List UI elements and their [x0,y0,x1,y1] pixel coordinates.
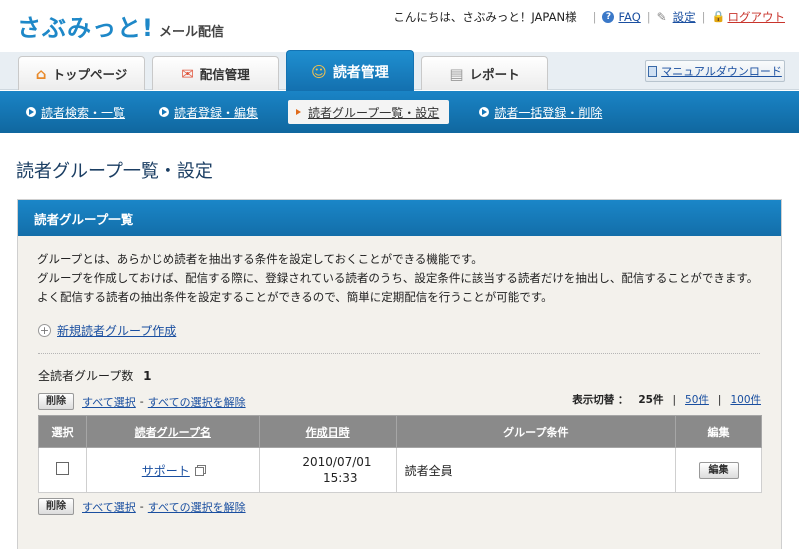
deselect-all-link[interactable]: すべての選択を解除 [148,394,246,410]
created-cell: 2010/07/01 15:33 [258,447,397,493]
edit-button[interactable]: 編集 [698,461,739,479]
reader-group-panel: 読者グループ一覧 グループとは、あらかじめ読者を抽出する条件を設定しておくことが… [17,199,782,549]
logo-text: さぶみっと! [17,14,154,42]
per-page-current: 25件 [638,394,664,406]
description-line: グループを作成しておけば、配信する際に、登録されている読者のうち、設定条件に該当… [37,271,759,285]
bulk-actions-top: 削除 すべて選択 - すべての選択を解除 [38,393,246,410]
tab-label: トップページ [52,67,128,82]
faq-link[interactable]: ? FAQ [602,10,641,24]
report-icon: ▤ [449,64,464,83]
subnav-reader-search[interactable]: 読者検索・一覧 [22,100,129,124]
group-name-link[interactable]: サポート [142,464,190,478]
home-icon: ⌂ [35,64,47,83]
plus-circle-icon: + [38,324,51,337]
tab-delivery[interactable]: ✉ 配信管理 [152,56,279,90]
arrow-circle-icon [479,107,490,117]
new-group-link[interactable]: + 新規読者グループ作成 [38,322,176,339]
arrow-circle-icon [159,107,170,117]
per-page-switcher: 表示切替 ： 25件 | 50件 | 100件 [572,392,761,407]
col-header-select: 選択 [38,415,87,448]
condition-cell: 読者全員 [395,447,677,493]
settings-link[interactable]: ✎ 設定 [657,9,696,25]
panel-description: グループとは、あらかじめ読者を抽出する条件を設定しておくことができる機能です。 … [37,250,758,307]
sub-nav: 読者検索・一覧 読者登録・編集 読者グループ一覧・設定 読者一括登録・削除 [0,91,799,133]
table-row: サポート 2010/07/01 15:33 読者全員 編集 [38,447,762,493]
panel-title: 読者グループ一覧 [18,200,781,236]
per-page-100-link[interactable]: 100件 [730,392,761,407]
manual-download-button[interactable]: マニュアルダウンロード [645,60,785,82]
arrow-right-icon [296,109,302,115]
col-header-edit: 編集 [675,415,762,448]
delete-button[interactable]: 削除 [38,393,74,410]
tab-label: 読者管理 [332,64,389,81]
tab-label: 配信管理 [199,67,250,82]
deselect-all-link[interactable]: すべての選択を解除 [148,499,246,515]
edit-cell: 編集 [675,447,762,493]
group-total: 全読者グループ数 1 [38,369,152,383]
bulk-actions-bottom: 削除 すべて選択 - すべての選択を解除 [38,498,246,515]
logo-subtitle: メール配信 [158,25,224,40]
wrench-icon: ✎ [656,10,667,24]
subnav-reader-groups[interactable]: 読者グループ一覧・設定 [288,100,450,124]
tab-reader-management[interactable]: ☺ 読者管理 [286,50,414,92]
page-title: 読者グループ一覧・設定 [16,161,213,182]
mail-icon: ✉ [181,64,194,83]
description-line: グループとは、あらかじめ読者を抽出する条件を設定しておくことができる機能です。 [37,252,483,266]
copy-icon[interactable] [194,466,204,476]
created-date: 2010/07/01 [302,455,372,469]
tab-top-page[interactable]: ⌂ トップページ [18,56,145,90]
tab-report[interactable]: ▤ レポート [421,56,548,90]
tab-label: レポート [469,67,520,82]
arrow-circle-icon [26,107,36,117]
subnav-bulk-register[interactable]: 読者一括登録・削除 [475,100,606,124]
lock-icon: 🔒 [711,10,726,23]
description-line: よく配信する読者の抽出条件を設定することができるので、簡単に定期配信を行うことが… [37,290,553,304]
per-page-50-link[interactable]: 50件 [685,392,709,407]
select-all-link[interactable]: すべて選択 [82,394,136,410]
col-header-name[interactable]: 読者グループ名 [85,415,260,448]
created-time: 15:33 [322,471,358,485]
col-header-created[interactable]: 作成日時 [258,415,397,448]
greeting-text: こんにちは、さぶみっと！JAPAN様 [393,10,577,24]
app-header: さぶみっと! メール配信 こんにちは、さぶみっと！JAPAN様 | ? FAQ … [0,0,799,52]
logout-link[interactable]: 🔒 ログアウト [712,9,786,25]
group-count: 1 [143,369,152,383]
document-icon [648,65,658,77]
top-nav: こんにちは、さぶみっと！JAPAN様 | ? FAQ | ✎ 設定 | 🔒 ログ… [393,9,786,25]
col-header-condition: グループ条件 [395,415,677,448]
name-cell: サポート [85,447,260,493]
divider [38,353,760,354]
subnav-reader-register[interactable]: 読者登録・編集 [155,100,262,124]
row-checkbox[interactable] [55,462,69,475]
group-table: 選択 読者グループ名 作成日時 グループ条件 編集 サポート 2010/07/0… [38,415,762,493]
help-icon: ? [602,11,615,23]
select-cell [38,447,87,493]
app-logo[interactable]: さぶみっと! メール配信 [17,8,224,43]
delete-button[interactable]: 削除 [38,498,74,515]
users-icon: ☺ [311,62,327,81]
select-all-link[interactable]: すべて選択 [82,499,136,515]
